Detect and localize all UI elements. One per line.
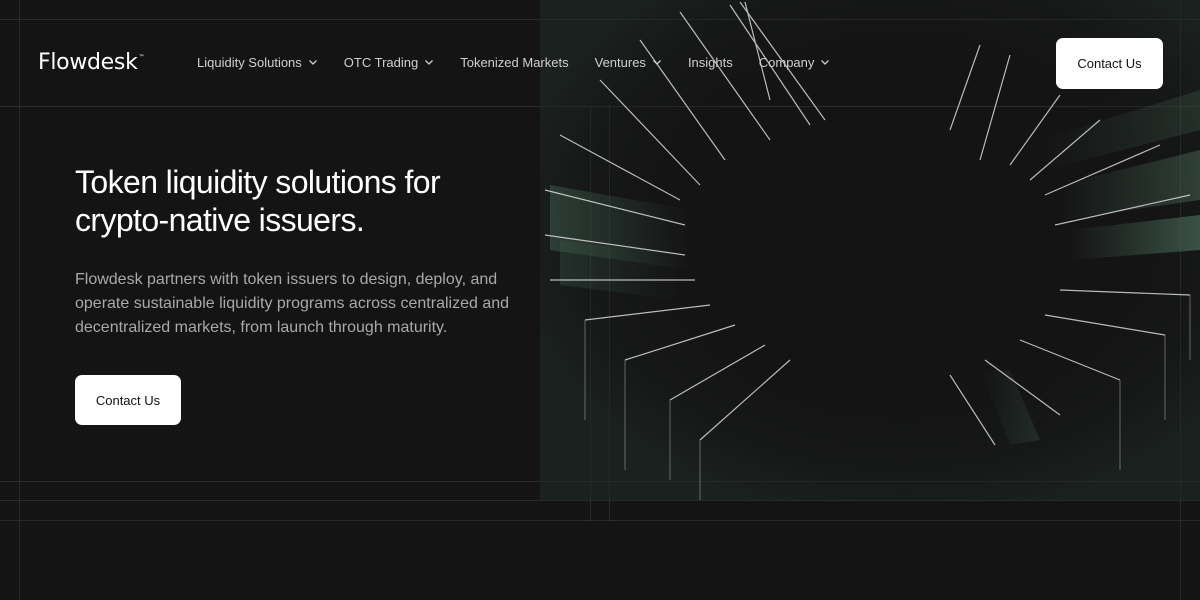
nav-item-otc-trading[interactable]: OTC Trading bbox=[344, 53, 434, 71]
grid-line bbox=[0, 481, 1200, 482]
hero-subtitle: Flowdesk partners with token issuers to … bbox=[75, 271, 510, 336]
grid-line bbox=[609, 106, 610, 521]
grid-line bbox=[0, 106, 1200, 107]
nav-item-label: Company bbox=[758, 54, 815, 70]
nav-item-label: Insights bbox=[687, 54, 733, 70]
chevron-down-icon bbox=[425, 60, 434, 65]
grid-line bbox=[590, 106, 591, 521]
chevron-down-icon bbox=[308, 60, 317, 65]
brand-logo-mark: ™ bbox=[138, 54, 145, 61]
grid-line bbox=[0, 19, 1200, 20]
nav-item-tokenized-markets[interactable]: Tokenized Markets bbox=[460, 53, 568, 71]
main-nav: Liquidity Solutions OTC Trading Tokenize… bbox=[197, 53, 856, 71]
hero-contact-button[interactable]: Contact Us bbox=[75, 375, 181, 425]
hero-title-line-1: Token liquidity solutions for bbox=[75, 164, 441, 200]
brand-logo[interactable]: Flowdesk™ bbox=[38, 50, 145, 75]
grid-line bbox=[19, 0, 20, 600]
header-contact-button[interactable]: Contact Us bbox=[1056, 38, 1163, 89]
nav-item-insights[interactable]: Insights bbox=[688, 53, 733, 71]
nav-item-liquidity-solutions[interactable]: Liquidity Solutions bbox=[197, 53, 318, 71]
grid-line bbox=[1180, 0, 1181, 600]
grid-line bbox=[0, 520, 1200, 521]
brand-logo-text: Flowdesk bbox=[38, 50, 138, 75]
nav-item-label: OTC Trading bbox=[343, 54, 419, 70]
hero-title-line-2: crypto-native issuers. bbox=[75, 202, 365, 238]
nav-item-label: Liquidity Solutions bbox=[197, 54, 302, 70]
chevron-down-icon bbox=[652, 60, 661, 65]
nav-item-label: Ventures bbox=[594, 54, 646, 70]
page: Flowdesk™ Liquidity Solutions OTC Tradin… bbox=[0, 0, 1200, 600]
chevron-down-icon bbox=[821, 60, 830, 65]
grid-line bbox=[0, 500, 1200, 501]
nav-item-ventures[interactable]: Ventures bbox=[595, 53, 662, 71]
nav-item-label: Tokenized Markets bbox=[460, 54, 569, 70]
nav-item-company[interactable]: Company bbox=[759, 53, 831, 71]
hero-title: Token liquidity solutions for crypto-nat… bbox=[75, 163, 535, 239]
